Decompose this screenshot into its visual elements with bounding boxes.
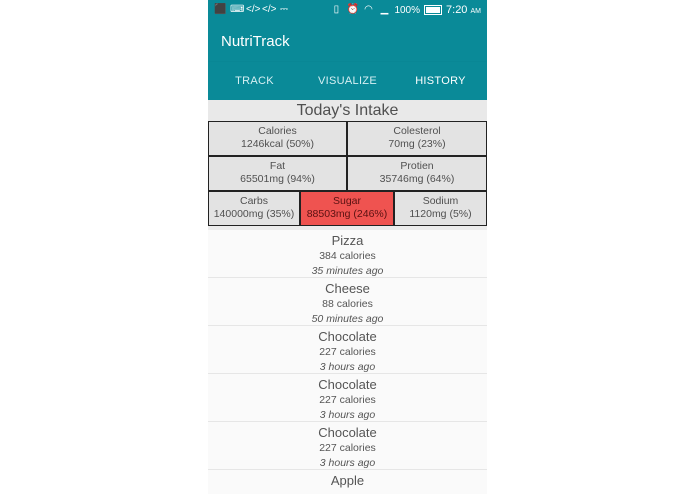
alarm-icon: ⏰ bbox=[346, 4, 359, 15]
food-calories: 227 calories bbox=[319, 442, 376, 454]
list-item[interactable]: Apple bbox=[208, 470, 487, 494]
vibrate-icon: ▯ bbox=[333, 4, 340, 15]
list-item[interactable]: Chocolate 227 calories 3 hours ago bbox=[208, 374, 487, 422]
nutrient-value: 65501mg (94%) bbox=[240, 173, 315, 185]
food-name: Chocolate bbox=[318, 425, 377, 440]
food-time: 3 hours ago bbox=[319, 361, 376, 373]
usb-icon: ⎓ bbox=[280, 4, 288, 15]
food-calories: 88 calories bbox=[322, 298, 373, 310]
battery-icon bbox=[424, 5, 443, 15]
app-bar: NutriTrack bbox=[208, 22, 487, 62]
food-calories: 384 calories bbox=[319, 250, 376, 262]
keyboard-icon: ⌨ bbox=[230, 4, 245, 15]
food-name: Chocolate bbox=[318, 377, 377, 392]
wifi-icon: ◠ bbox=[364, 4, 373, 15]
nutrient-value: 1120mg (5%) bbox=[409, 208, 472, 220]
food-name: Pizza bbox=[331, 233, 364, 248]
food-time: 3 hours ago bbox=[319, 409, 376, 421]
nutrient-cell-calories: Calories 1246kcal (50%) bbox=[208, 121, 347, 156]
nutrient-name: Colesterol bbox=[393, 125, 441, 137]
code-icon: </> bbox=[262, 4, 277, 15]
nutrient-cell-protien: Protien 35746mg (64%) bbox=[347, 156, 487, 191]
status-icons-right: ▯ ⏰ ◠ ▁ 100% 7:20 AM bbox=[330, 4, 481, 16]
nutrient-name: Sodium bbox=[422, 195, 459, 207]
today-intake-title: Today's Intake bbox=[208, 100, 487, 121]
nutrient-value: 70mg (23%) bbox=[388, 138, 446, 150]
tab-visualize[interactable]: VISUALIZE bbox=[301, 62, 394, 100]
clock-time: 7:20 bbox=[446, 4, 468, 16]
list-item[interactable]: Chocolate 227 calories 3 hours ago bbox=[208, 326, 487, 374]
tab-history[interactable]: HISTORY bbox=[394, 62, 487, 100]
nutrient-value: 1246kcal (50%) bbox=[241, 138, 314, 150]
nutrient-name: Protien bbox=[400, 160, 434, 172]
status-bar: ⬛ ⌨ </> </> ⎓ ▯ ⏰ ◠ ▁ 100% 7:20 AM bbox=[208, 0, 487, 22]
food-name: Chocolate bbox=[318, 329, 377, 344]
nutrient-cell-carbs: Carbs 140000mg (35%) bbox=[208, 191, 300, 226]
nutrient-name: Fat bbox=[269, 160, 286, 172]
nutrient-value: 35746mg (64%) bbox=[379, 173, 455, 185]
food-calories: 227 calories bbox=[319, 394, 376, 406]
phone-screen: ⬛ ⌨ </> </> ⎓ ▯ ⏰ ◠ ▁ 100% 7:20 AM Nutri… bbox=[208, 0, 487, 494]
nutrient-row: Carbs 140000mg (35%) Sugar 88503mg (246%… bbox=[208, 191, 487, 226]
nutrient-cell-sodium: Sodium 1120mg (5%) bbox=[394, 191, 487, 226]
nutrient-name: Sugar bbox=[332, 195, 362, 207]
nutrient-name: Calories bbox=[258, 125, 297, 137]
list-item[interactable]: Cheese 88 calories 50 minutes ago bbox=[208, 278, 487, 326]
food-time: 50 minutes ago bbox=[311, 313, 384, 325]
nutrient-row: Fat 65501mg (94%) Protien 35746mg (64%) bbox=[208, 156, 487, 191]
list-item[interactable]: Pizza 384 calories 35 minutes ago bbox=[208, 230, 487, 278]
clock-ampm: AM bbox=[470, 8, 482, 15]
food-time: 3 hours ago bbox=[319, 457, 376, 469]
food-time: 35 minutes ago bbox=[311, 265, 384, 277]
nutrient-cell-sugar: Sugar 88503mg (246%) bbox=[300, 191, 394, 226]
list-item[interactable]: Chocolate 227 calories 3 hours ago bbox=[208, 422, 487, 470]
nutrient-value: 140000mg (35%) bbox=[213, 208, 295, 220]
battery-percent: 100% bbox=[394, 4, 421, 16]
nutrient-value: 88503mg (246%) bbox=[306, 208, 388, 220]
app-title: NutriTrack bbox=[221, 33, 290, 50]
clock: 7:20 AM bbox=[446, 4, 481, 16]
nutrient-cell-fat: Fat 65501mg (94%) bbox=[208, 156, 347, 191]
notification-add-icon: ⬛ bbox=[214, 4, 227, 15]
nutrient-cell-colesterol: Colesterol 70mg (23%) bbox=[347, 121, 487, 156]
tab-track[interactable]: TRACK bbox=[208, 62, 301, 100]
history-content: Today's Intake Calories 1246kcal (50%) C… bbox=[208, 100, 487, 494]
signal-icon: ▁ bbox=[380, 4, 389, 15]
status-icons-left: ⬛ ⌨ </> </> ⎓ bbox=[214, 4, 290, 16]
nutrient-row: Calories 1246kcal (50%) Colesterol 70mg … bbox=[208, 121, 487, 156]
nutrient-name: Carbs bbox=[239, 195, 268, 207]
food-history-list: Pizza 384 calories 35 minutes ago Cheese… bbox=[208, 226, 487, 494]
code-icon: </> bbox=[246, 4, 261, 15]
food-calories: 227 calories bbox=[319, 346, 376, 358]
food-name: Cheese bbox=[325, 281, 370, 296]
food-name: Apple bbox=[330, 473, 365, 488]
tab-bar: TRACK VISUALIZE HISTORY bbox=[208, 62, 487, 100]
